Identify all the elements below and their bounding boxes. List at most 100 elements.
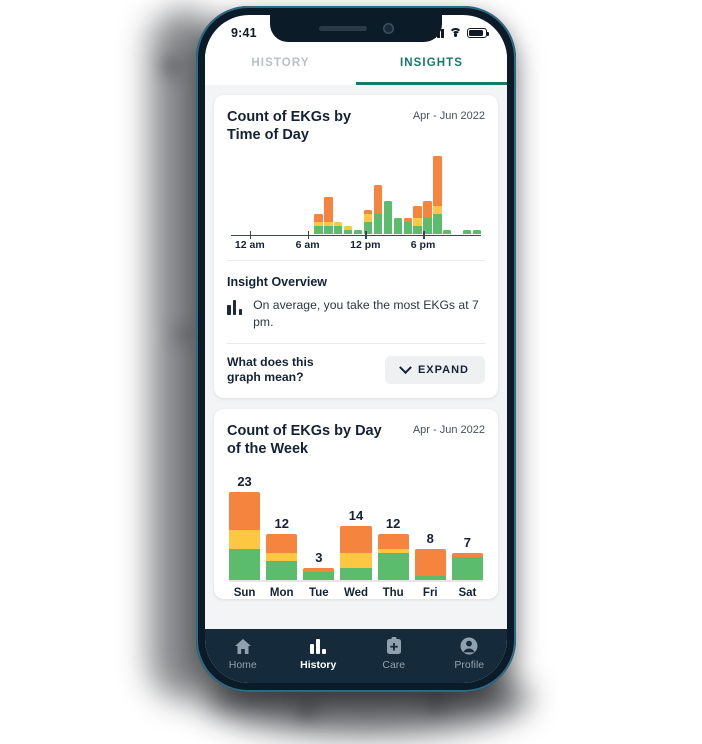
hourly-bar-segment-green <box>393 217 402 235</box>
day-bar-value: 12 <box>385 516 401 532</box>
insights-scroll-area[interactable]: Count of EKGs by Time of Day Apr - Jun 2… <box>205 85 507 629</box>
day-bar-segment-yellow <box>229 530 261 550</box>
day-bar: 3 <box>303 472 335 580</box>
hourly-bar-segment-yellow <box>433 205 442 214</box>
hourly-bar-segment-green <box>443 230 452 235</box>
bottom-navigation: Home History Care Profile <box>205 629 507 683</box>
day-bar: 12 <box>266 472 298 580</box>
x-axis-tick <box>249 231 252 240</box>
card-time-of-day: Count of EKGs by Time of Day Apr - Jun 2… <box>214 95 498 398</box>
x-axis-labels: 12 am 6 am 12 pm 6 pm <box>231 239 481 253</box>
hourly-bars <box>245 156 482 235</box>
day-bar-value: 8 <box>426 531 434 547</box>
hourly-bar <box>383 201 392 235</box>
tab-insights[interactable]: INSIGHTS <box>356 45 507 85</box>
screenshot-stage: 9:41 HISTORY INSIGHTS Count of EKGs by T… <box>0 0 702 744</box>
hourly-bar-segment-green <box>383 201 392 235</box>
nav-label-home: Home <box>228 659 257 671</box>
day-bar-segment-green <box>303 572 335 580</box>
phone-frame: 9:41 HISTORY INSIGHTS Count of EKGs by T… <box>196 6 516 692</box>
hourly-bar-segment-green <box>373 213 383 235</box>
card-title: Count of EKGs by Day of the Week <box>227 422 382 457</box>
phone-screen: 9:41 HISTORY INSIGHTS Count of EKGs by T… <box>205 15 507 683</box>
hourly-bar-segment-orange <box>413 205 422 218</box>
status-bar: 9:41 <box>205 15 507 45</box>
hourly-bar-segment-green <box>462 230 472 235</box>
day-bar: 14 <box>340 472 372 580</box>
hourly-bar <box>314 213 323 235</box>
hourly-bar-segment-green <box>433 213 442 235</box>
hourly-bar-segment-orange <box>314 213 323 222</box>
day-bar-segment-green <box>377 553 409 580</box>
hourly-bar <box>334 221 343 235</box>
bar-chart-icon <box>227 297 243 316</box>
hourly-bar-segment-yellow <box>413 217 422 227</box>
day-bar-segment-green <box>266 560 298 580</box>
day-bar-stack <box>451 553 483 580</box>
x-axis-tick-label: 6 am <box>295 239 320 252</box>
tab-bar: HISTORY INSIGHTS <box>205 45 507 85</box>
day-bar-segment-green <box>340 568 372 580</box>
hourly-bar-segment-green <box>353 230 363 235</box>
card-date-range: Apr - Jun 2022 <box>412 423 485 436</box>
day-bar-stack <box>414 549 446 580</box>
day-bar-stack <box>229 491 261 580</box>
person-icon <box>460 637 478 655</box>
expand-button[interactable]: EXPAND <box>384 356 485 385</box>
day-bar-segment-green <box>451 556 483 580</box>
expand-button-label: EXPAND <box>417 364 469 377</box>
day-bar-segment-yellow <box>266 553 298 561</box>
card-header: Count of EKGs by Day of the Week Apr - J… <box>227 422 485 458</box>
day-label: Thu <box>382 586 404 599</box>
day-bar-stack <box>340 526 372 580</box>
day-bar-segment-orange <box>266 534 298 554</box>
nav-item-home[interactable]: Home <box>205 637 281 671</box>
day-bar-segment-orange <box>229 491 261 531</box>
hourly-bar <box>324 197 333 235</box>
day-bar-segment-orange <box>340 526 372 554</box>
day-bar: 8 <box>414 472 446 580</box>
tab-history[interactable]: HISTORY <box>205 45 356 85</box>
x-axis-tick-label: 6 pm <box>410 239 436 252</box>
nav-item-care[interactable]: Care <box>356 637 432 671</box>
nav-item-profile[interactable]: Profile <box>432 637 508 671</box>
hourly-bar-segment-green <box>472 230 482 235</box>
hourly-bar <box>393 217 402 235</box>
day-bar: 12 <box>377 472 409 580</box>
day-label: Tue <box>309 586 329 599</box>
home-icon <box>234 637 252 655</box>
x-axis-labels: Sun Mon Tue Wed Thu Fri Sat <box>229 582 483 599</box>
day-bar-segment-orange <box>414 549 446 577</box>
day-bar-value: 23 <box>237 473 252 489</box>
wifi-icon <box>449 28 462 38</box>
card-day-of-week: Count of EKGs by Day of the Week Apr - J… <box>214 408 498 599</box>
day-bar-segment-green <box>229 549 261 580</box>
hourly-bar <box>373 185 383 235</box>
day-bar: 7 <box>451 472 483 580</box>
day-bar-segment-orange <box>377 534 409 550</box>
day-bar-value: 14 <box>348 508 364 524</box>
hourly-bar <box>353 230 363 235</box>
hourly-bar-segment-orange <box>373 185 383 214</box>
chevron-down-icon <box>399 361 412 374</box>
day-bar-value: 3 <box>315 550 323 566</box>
day-label: Wed <box>343 586 369 599</box>
nav-label-care: Care <box>382 659 406 671</box>
shadow-speckle <box>300 706 314 716</box>
hourly-bar <box>344 226 353 235</box>
hourly-bar-segment-orange <box>433 156 442 206</box>
card-title: Count of EKGs by Time of Day <box>227 109 352 144</box>
day-bar-stack <box>266 534 298 580</box>
chart-x-axis <box>231 234 481 237</box>
hourly-bar-segment-yellow <box>363 213 373 222</box>
day-label: Mon <box>269 586 294 599</box>
shadow-speckle <box>165 60 177 72</box>
card-date-range: Apr - Jun 2022 <box>412 110 485 122</box>
day-bar-value: 12 <box>274 516 289 532</box>
x-axis-tick <box>423 231 425 240</box>
nav-item-history[interactable]: History <box>281 637 357 671</box>
tab-history-label: HISTORY <box>251 57 310 69</box>
x-axis-tick <box>365 231 367 240</box>
day-bar-stack <box>377 534 409 580</box>
hourly-bar-segment-orange <box>324 197 333 222</box>
